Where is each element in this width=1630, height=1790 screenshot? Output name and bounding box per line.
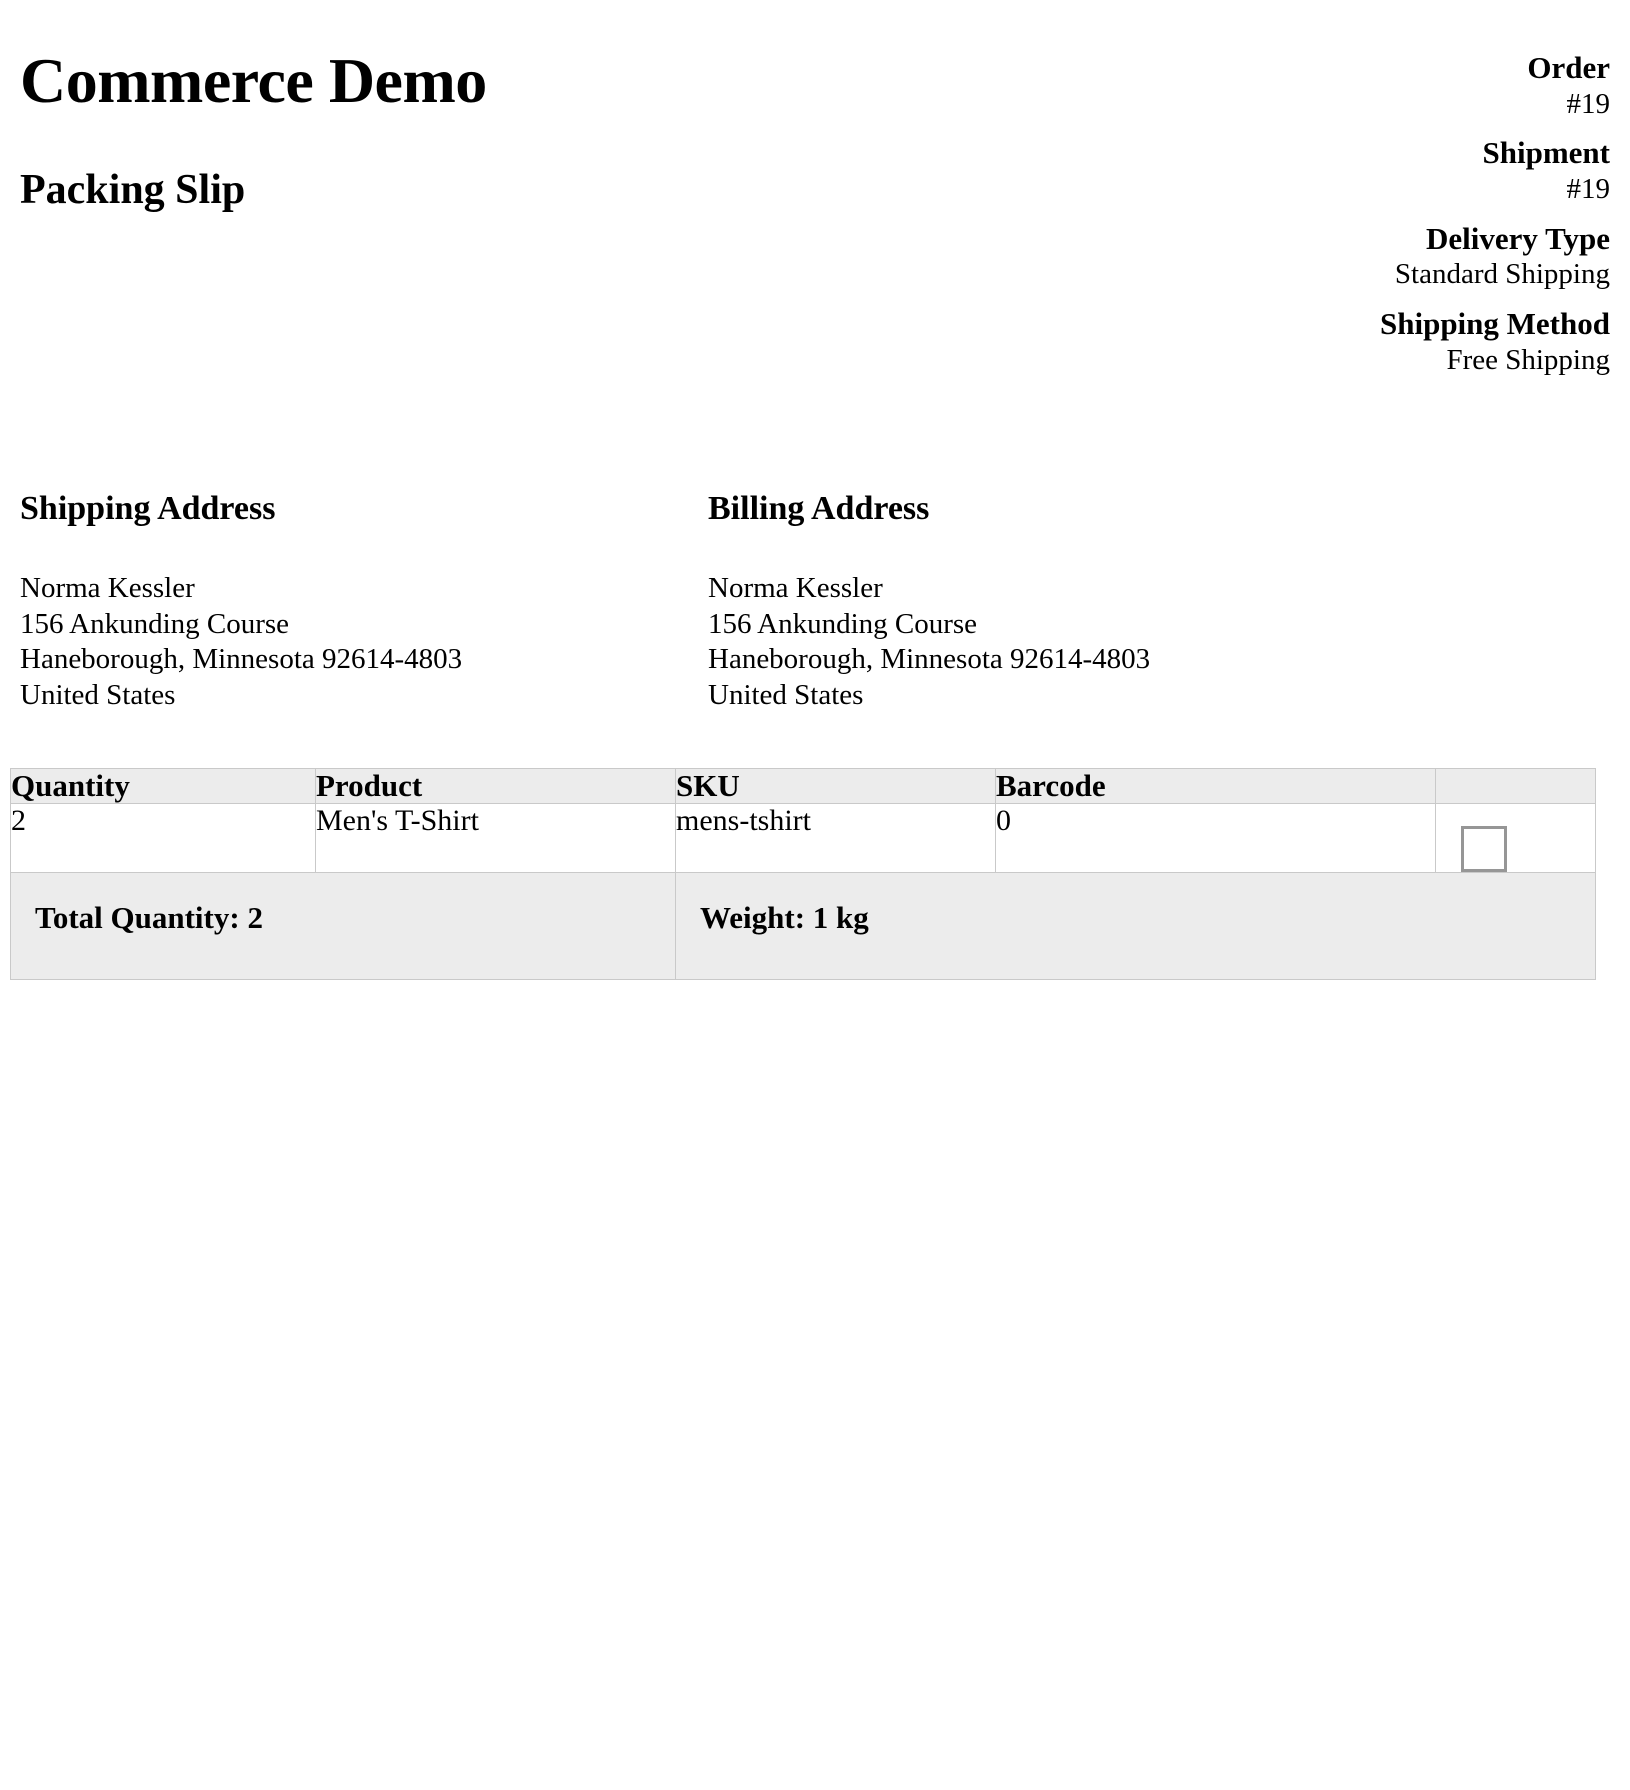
items-table-wrapper: Quantity Product SKU Barcode 2 Men's T-S… xyxy=(10,714,1625,980)
meta-order-value: #19 xyxy=(1566,87,1611,120)
billing-address-heading: Billing Address xyxy=(708,489,930,527)
column-header-check xyxy=(1435,767,1596,804)
store-name: Commerce Demo xyxy=(20,45,487,116)
meta-shipment-value: #19 xyxy=(1566,172,1611,205)
billing-address-line: Haneborough, Minnesota 92614-4803 xyxy=(708,643,1151,676)
total-weight-label: Weight: 1 kg xyxy=(675,871,1596,980)
meta-delivery-type: Delivery Type Standard Shipping xyxy=(1190,221,1610,292)
table-footer-row: Total Quantity: 2 Weight: 1 kg xyxy=(10,871,1596,980)
column-header-product: Product xyxy=(315,767,676,804)
billing-address-block: Billing Address Norma Kessler 156 Ankund… xyxy=(708,490,1396,714)
items-table: Quantity Product SKU Barcode 2 Men's T-S… xyxy=(10,767,1596,980)
brand-block: Commerce Demo Packing Slip xyxy=(20,46,487,213)
meta-shipment: Shipment #19 xyxy=(1190,135,1610,206)
address-section: Shipping Address Norma Kessler 156 Ankun… xyxy=(20,378,1610,714)
billing-address-line: United States xyxy=(708,678,864,711)
document-header: Commerce Demo Packing Slip Order #19 Shi… xyxy=(20,0,1610,378)
packed-checkbox[interactable] xyxy=(1461,825,1507,872)
items-table-head: Quantity Product SKU Barcode xyxy=(10,767,1596,804)
packing-slip-page: Commerce Demo Packing Slip Order #19 Shi… xyxy=(0,0,1630,1790)
order-meta-block: Order #19 Shipment #19 Delivery Type Sta… xyxy=(1190,46,1610,378)
table-row: 2 Men's T-Shirt mens-tshirt 0 xyxy=(10,802,1596,873)
meta-shipping-method-label: Shipping Method xyxy=(1379,306,1610,342)
column-header-barcode: Barcode xyxy=(995,767,1436,804)
cell-sku: mens-tshirt xyxy=(675,802,996,873)
cell-checkbox[interactable] xyxy=(1435,802,1596,873)
meta-shipping-method-value: Free Shipping xyxy=(1446,343,1610,376)
column-header-quantity: Quantity xyxy=(10,767,316,804)
cell-product: Men's T-Shirt xyxy=(315,802,676,873)
page-title: Packing Slip xyxy=(20,167,246,214)
shipping-address-line: United States xyxy=(20,678,176,711)
billing-address-line: 156 Ankunding Course xyxy=(708,607,978,640)
meta-delivery-type-label: Delivery Type xyxy=(1426,220,1610,256)
meta-order: Order #19 xyxy=(1190,50,1610,121)
meta-shipment-label: Shipment xyxy=(1482,135,1610,171)
shipping-address-block: Shipping Address Norma Kessler 156 Ankun… xyxy=(20,490,708,714)
column-header-sku: SKU xyxy=(675,767,996,804)
meta-shipping-method: Shipping Method Free Shipping xyxy=(1190,306,1610,377)
meta-delivery-type-value: Standard Shipping xyxy=(1394,258,1610,291)
shipping-address-line: 156 Ankunding Course xyxy=(20,607,290,640)
cell-barcode: 0 xyxy=(995,802,1436,873)
shipping-address-line: Norma Kessler xyxy=(20,571,195,604)
total-quantity-label: Total Quantity: 2 xyxy=(10,871,676,980)
items-table-body: 2 Men's T-Shirt mens-tshirt 0 xyxy=(10,802,1596,873)
billing-address-line: Norma Kessler xyxy=(708,571,883,604)
shipping-address-line: Haneborough, Minnesota 92614-4803 xyxy=(20,643,463,676)
cell-quantity: 2 xyxy=(10,802,316,873)
shipping-address-heading: Shipping Address xyxy=(20,489,276,527)
meta-order-label: Order xyxy=(1527,50,1610,85)
items-table-foot: Total Quantity: 2 Weight: 1 kg xyxy=(10,871,1596,980)
table-header-row: Quantity Product SKU Barcode xyxy=(10,767,1596,804)
